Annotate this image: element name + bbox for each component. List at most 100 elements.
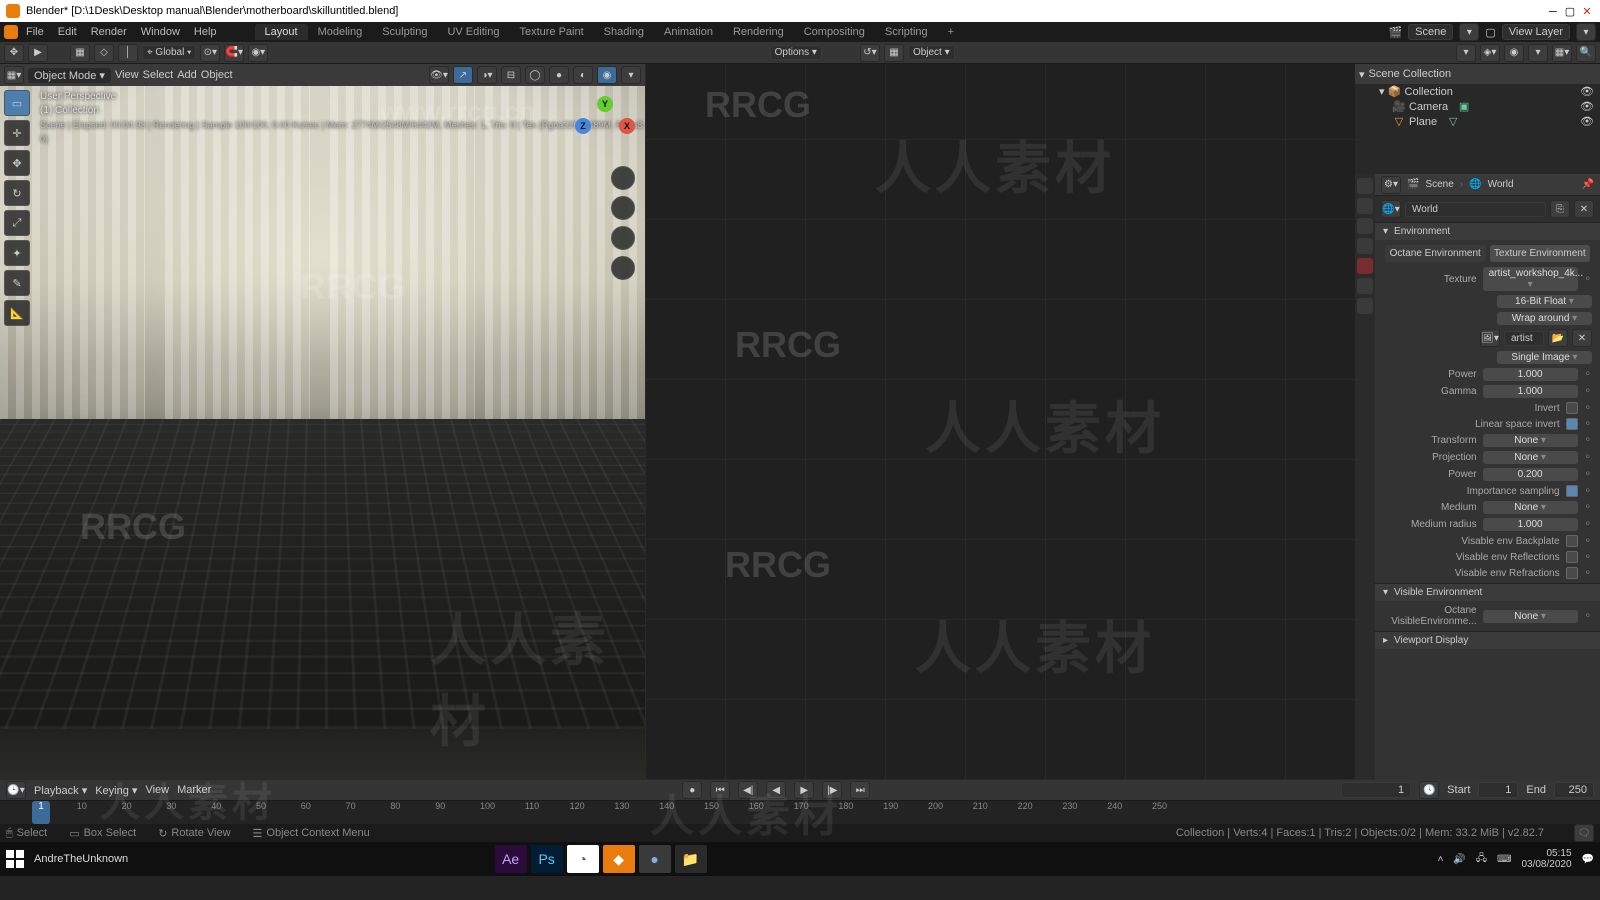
prop-tab-scene[interactable] xyxy=(1357,238,1373,254)
transform-dropdown[interactable]: None xyxy=(1483,434,1578,447)
start-button[interactable] xyxy=(6,850,24,868)
tl-keying[interactable]: Keying ▾ xyxy=(95,784,137,797)
tray-lang-icon[interactable]: ⌨ xyxy=(1497,854,1511,865)
tab-shading[interactable]: Shading xyxy=(594,24,654,40)
jump-end-icon[interactable]: ⏭ xyxy=(850,781,870,799)
medium-dropdown[interactable]: None xyxy=(1483,501,1578,514)
snap-edge-icon[interactable]: │ xyxy=(118,44,138,62)
nav-gizmo[interactable]: Y X Z xyxy=(575,96,635,156)
power-field[interactable]: 1.000 xyxy=(1483,368,1578,381)
preview-range-icon[interactable]: 🕓 xyxy=(1419,781,1439,799)
impsampling-checkbox[interactable] xyxy=(1566,485,1578,497)
mode-dropdown[interactable]: Object Mode ▾ xyxy=(28,68,111,83)
vis-selectable-icon[interactable]: 👁▾ xyxy=(429,66,449,84)
tl-playback[interactable]: Playback ▾ xyxy=(34,784,87,797)
camera-icon[interactable] xyxy=(611,226,635,250)
viewlayer-browse-icon[interactable]: ▾ xyxy=(1576,23,1596,41)
prop-tab-render[interactable] xyxy=(1357,178,1373,194)
vmenu-select[interactable]: Select xyxy=(143,69,174,81)
texture-dropdown[interactable]: artist_workshop_4k... xyxy=(1483,267,1578,291)
props-editor-icon[interactable]: ⚙▾ xyxy=(1381,176,1401,194)
projection-dropdown[interactable]: None xyxy=(1483,451,1578,464)
persp-ortho-icon[interactable] xyxy=(611,256,635,280)
tab-add[interactable]: + xyxy=(938,24,964,40)
refractions-checkbox[interactable] xyxy=(1566,567,1578,579)
axis-z-icon[interactable]: Z xyxy=(575,118,591,134)
visenv-dropdown[interactable]: None xyxy=(1483,610,1578,623)
menu-file[interactable]: File xyxy=(20,24,50,40)
play-icon[interactable]: ▶ xyxy=(28,44,48,62)
timeline-ruler[interactable]: 1 10203040506070809010011012013014015016… xyxy=(0,800,1600,824)
taskbar-app-app5[interactable]: ● xyxy=(639,845,671,873)
panel-environment-header[interactable]: ▾ Environment xyxy=(1375,222,1600,240)
prop-tab-output[interactable] xyxy=(1357,198,1373,214)
magnet-icon[interactable]: 🧲▾ xyxy=(224,44,244,62)
taskbar-time[interactable]: 05:15 xyxy=(1521,848,1571,859)
visible-toggle-icon[interactable]: 👁 xyxy=(1580,100,1594,113)
taskbar-app-chrome[interactable]: ◔ xyxy=(567,845,599,873)
image-browse-icon[interactable]: 🖼▾ xyxy=(1480,329,1500,347)
world-newcopy-icon[interactable]: ⎘ xyxy=(1550,200,1570,218)
vmenu-view[interactable]: View xyxy=(115,69,139,81)
filter-d-icon[interactable]: ▾ xyxy=(1528,44,1548,62)
prop-tab-object[interactable] xyxy=(1357,278,1373,294)
tray-chevron-icon[interactable]: ˄ xyxy=(1438,854,1444,865)
timeline-editor-icon[interactable]: 🕒▾ xyxy=(6,781,26,799)
tray-volume-icon[interactable]: 🔊 xyxy=(1453,854,1465,865)
xray-icon[interactable]: ⊟ xyxy=(501,66,521,84)
tool-measure[interactable]: 📐 xyxy=(4,300,30,326)
overlay-toggle-icon[interactable]: ◑▾ xyxy=(477,66,497,84)
outliner-item-camera[interactable]: 🎥 Camera ▣ 👁 xyxy=(1355,99,1600,114)
prop-tab-viewlayer[interactable] xyxy=(1357,218,1373,234)
world-browse-icon[interactable]: 🌐▾ xyxy=(1381,200,1401,218)
menu-window[interactable]: Window xyxy=(135,24,186,40)
gizmo-toggle-icon[interactable]: ↗ xyxy=(453,66,473,84)
prop-tab-world[interactable] xyxy=(1357,258,1373,274)
blender-logo-icon[interactable] xyxy=(4,25,18,39)
bitdepth-dropdown[interactable]: 16-Bit Float xyxy=(1497,295,1592,308)
taskbar-user[interactable]: AndreTheUnknown xyxy=(34,853,128,865)
filter-b-icon[interactable]: ◈▾ xyxy=(1480,44,1500,62)
linearspace-checkbox[interactable] xyxy=(1566,418,1578,430)
tool-rotate[interactable]: ↻ xyxy=(4,180,30,206)
prop-tab-modifier[interactable] xyxy=(1357,298,1373,314)
options-dropdown[interactable]: Options ▾ xyxy=(770,45,822,60)
object-dropdown[interactable]: Object ▾ xyxy=(908,45,955,60)
vmenu-add[interactable]: Add xyxy=(177,69,197,81)
tl-marker[interactable]: Marker xyxy=(177,784,211,796)
current-frame-field[interactable]: 1 xyxy=(1341,782,1411,798)
tab-rendering[interactable]: Rendering xyxy=(723,24,794,40)
search-icon[interactable]: 🔍 xyxy=(1576,44,1596,62)
viewport-3d-canvas[interactable]: ▭ ✛ ✥ ↻ ⤢ ✦ ✎ 📐 User Perspective (1) Col… xyxy=(0,86,645,780)
shade-options-icon[interactable]: ▾ xyxy=(621,66,641,84)
tray-notifications-icon[interactable]: 💬 xyxy=(1582,854,1594,865)
power2-field[interactable]: 0.200 xyxy=(1483,468,1578,481)
scene-field[interactable]: Scene xyxy=(1408,24,1453,40)
filter-c-icon[interactable]: ◉ xyxy=(1504,44,1524,62)
filter-e-icon[interactable]: ▦▾ xyxy=(1552,44,1572,62)
taskbar-app-explorer[interactable]: 📁 xyxy=(675,845,707,873)
autokey-icon[interactable]: ● xyxy=(682,781,702,799)
tool-select-box[interactable]: ▭ xyxy=(4,90,30,116)
pin-icon[interactable]: 📌 xyxy=(1582,179,1594,190)
tab-layout[interactable]: Layout xyxy=(255,24,308,40)
maximize-icon[interactable]: ▢ xyxy=(1563,5,1577,18)
keyframe-next-icon[interactable]: |▶ xyxy=(822,781,842,799)
pivot-icon[interactable]: ⊙▾ xyxy=(200,44,220,62)
filter-a-icon[interactable]: ▾ xyxy=(1456,44,1476,62)
pan-icon[interactable] xyxy=(611,196,635,220)
outliner-item-plane[interactable]: ▽ Plane ▽ 👁 xyxy=(1355,114,1600,129)
shade-wire-icon[interactable]: ◯ xyxy=(525,66,545,84)
snap-vertex-icon[interactable]: ◇ xyxy=(94,44,114,62)
image-unlink-icon[interactable]: ✕ xyxy=(1572,329,1592,347)
keyframe-prev-icon[interactable]: ◀| xyxy=(738,781,758,799)
editor-type-icon[interactable]: ▦▾ xyxy=(4,66,24,84)
image-name-field[interactable]: artist xyxy=(1504,331,1544,346)
taskbar-app-blender[interactable]: ◆ xyxy=(603,845,635,873)
tool-scale[interactable]: ⤢ xyxy=(4,210,30,236)
outliner-item-collection[interactable]: ▾ 📦 Collection 👁 xyxy=(1355,84,1600,99)
world-unlink-icon[interactable]: ✕ xyxy=(1574,200,1594,218)
scene-browse-icon[interactable]: ▾ xyxy=(1459,23,1479,41)
start-frame-field[interactable]: 1 xyxy=(1478,782,1518,798)
zoom-icon[interactable] xyxy=(611,166,635,190)
